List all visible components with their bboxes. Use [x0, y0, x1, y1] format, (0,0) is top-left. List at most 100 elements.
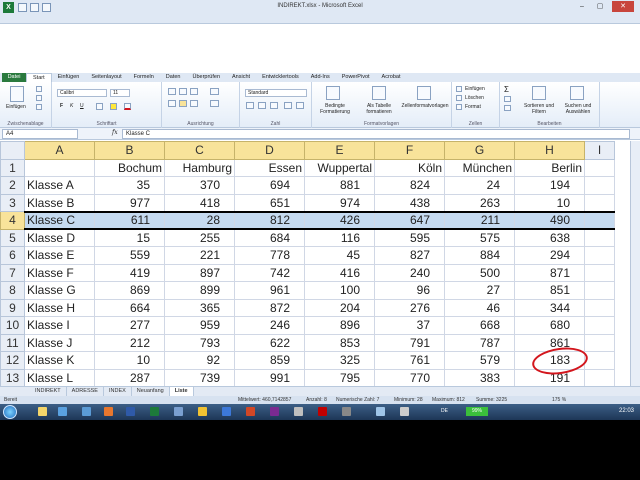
- value-cell[interactable]: 116: [304, 228, 375, 247]
- value-cell[interactable]: 742: [234, 263, 305, 282]
- value-cell[interactable]: 579: [444, 351, 515, 370]
- value-cell[interactable]: 100: [304, 281, 375, 300]
- row-label-cell[interactable]: Klasse L: [24, 368, 95, 387]
- firefox-icon[interactable]: [104, 407, 113, 416]
- value-cell[interactable]: 212: [94, 333, 165, 352]
- row-header[interactable]: 6: [0, 246, 25, 265]
- value-cell[interactable]: 851: [514, 281, 585, 300]
- row-header[interactable]: 13: [0, 368, 25, 387]
- tab-developer[interactable]: Entwicklertools: [256, 73, 305, 82]
- app5-icon[interactable]: [400, 407, 409, 416]
- value-cell[interactable]: 611: [94, 210, 165, 230]
- align-middle-icon[interactable]: [179, 88, 187, 95]
- value-cell[interactable]: 795: [304, 368, 375, 387]
- empty-cell[interactable]: [584, 263, 615, 282]
- value-cell[interactable]: 183: [514, 351, 585, 370]
- value-cell[interactable]: 827: [374, 246, 445, 265]
- name-box[interactable]: A4: [2, 129, 78, 139]
- tab-start[interactable]: Start: [26, 73, 52, 82]
- header-cell[interactable]: München: [444, 158, 515, 177]
- value-cell[interactable]: 287: [94, 368, 165, 387]
- cut-icon[interactable]: [36, 86, 42, 92]
- ie-icon[interactable]: [58, 407, 67, 416]
- column-header-f[interactable]: F: [374, 141, 445, 160]
- value-cell[interactable]: 861: [514, 333, 585, 352]
- column-header-i[interactable]: I: [584, 141, 615, 160]
- vertical-scrollbar[interactable]: [630, 141, 640, 386]
- value-cell[interactable]: 812: [234, 210, 305, 230]
- row-header[interactable]: 5: [0, 228, 25, 247]
- value-cell[interactable]: 490: [514, 210, 585, 230]
- value-cell[interactable]: 647: [374, 210, 445, 230]
- empty-cell[interactable]: [584, 210, 615, 230]
- acrobat-icon[interactable]: [318, 407, 327, 416]
- row-header[interactable]: 4: [0, 211, 25, 230]
- align-bottom-icon[interactable]: [190, 88, 198, 95]
- format-as-table-button[interactable]: Als Tabelle formatieren: [358, 103, 400, 115]
- value-cell[interactable]: 869: [94, 281, 165, 300]
- delete-cells-icon[interactable]: [456, 95, 462, 101]
- row-header[interactable]: 11: [0, 333, 25, 352]
- value-cell[interactable]: 27: [444, 281, 515, 300]
- column-header-c[interactable]: C: [164, 141, 235, 160]
- value-cell[interactable]: 559: [94, 246, 165, 265]
- value-cell[interactable]: 35: [94, 176, 165, 195]
- empty-cell[interactable]: [584, 368, 615, 387]
- value-cell[interactable]: 896: [304, 316, 375, 335]
- value-cell[interactable]: 15: [94, 228, 165, 247]
- value-cell[interactable]: 10: [94, 351, 165, 370]
- column-header-h[interactable]: H: [514, 141, 585, 160]
- value-cell[interactable]: 263: [444, 193, 515, 212]
- sort-filter-button[interactable]: Sortieren und Filtern: [520, 103, 558, 115]
- decrease-decimal-icon[interactable]: [296, 102, 304, 109]
- row-header[interactable]: 8: [0, 281, 25, 300]
- browser-icon[interactable]: [82, 407, 91, 416]
- header-cell[interactable]: Essen: [234, 158, 305, 177]
- value-cell[interactable]: 418: [164, 193, 235, 212]
- currency-icon[interactable]: [246, 102, 254, 109]
- header-cell[interactable]: Berlin: [514, 158, 585, 177]
- format-cells-button[interactable]: Format: [465, 104, 481, 110]
- value-cell[interactable]: 365: [164, 298, 235, 317]
- value-cell[interactable]: 622: [234, 333, 305, 352]
- tab-page-layout[interactable]: Seitenlayout: [85, 73, 127, 82]
- value-cell[interactable]: 680: [514, 316, 585, 335]
- font-size-select[interactable]: 11: [110, 89, 130, 97]
- bold-button[interactable]: F: [60, 103, 63, 109]
- value-cell[interactable]: 787: [444, 333, 515, 352]
- format-cells-icon[interactable]: [456, 104, 462, 110]
- value-cell[interactable]: 793: [164, 333, 235, 352]
- sheet-tab-index[interactable]: INDEX: [104, 387, 132, 396]
- value-cell[interactable]: 651: [234, 193, 305, 212]
- sheet-tab-indirekt[interactable]: INDIREKT: [30, 387, 67, 396]
- value-cell[interactable]: 211: [444, 210, 515, 230]
- value-cell[interactable]: 191: [514, 368, 585, 387]
- value-cell[interactable]: 277: [94, 316, 165, 335]
- value-cell[interactable]: 276: [374, 298, 445, 317]
- copy-icon[interactable]: [36, 95, 42, 101]
- sheet-tab-neuanfang[interactable]: Neuanfang: [132, 387, 170, 396]
- value-cell[interactable]: 770: [374, 368, 445, 387]
- header-cell[interactable]: [24, 158, 95, 177]
- app3-icon[interactable]: [342, 407, 351, 416]
- value-cell[interactable]: 294: [514, 246, 585, 265]
- find-select-icon[interactable]: [570, 86, 584, 100]
- restore-button[interactable]: ▢: [592, 1, 608, 12]
- format-painter-icon[interactable]: [36, 104, 42, 110]
- row-header[interactable]: 9: [0, 298, 25, 317]
- value-cell[interactable]: 240: [374, 263, 445, 282]
- number-format-select[interactable]: Standard: [245, 89, 307, 97]
- fill-icon[interactable]: [504, 96, 511, 102]
- value-cell[interactable]: 194: [514, 176, 585, 195]
- value-cell[interactable]: 595: [374, 228, 445, 247]
- row-header[interactable]: 3: [0, 193, 25, 212]
- row-label-cell[interactable]: Klasse E: [24, 246, 95, 265]
- empty-cell[interactable]: [584, 316, 615, 335]
- value-cell[interactable]: 426: [304, 210, 375, 230]
- taskbar-clock[interactable]: 22:03: [619, 408, 634, 414]
- value-cell[interactable]: 500: [444, 263, 515, 282]
- align-top-icon[interactable]: [168, 88, 176, 95]
- value-cell[interactable]: 438: [374, 193, 445, 212]
- app4-icon[interactable]: [376, 407, 385, 416]
- tab-data[interactable]: Daten: [160, 73, 187, 82]
